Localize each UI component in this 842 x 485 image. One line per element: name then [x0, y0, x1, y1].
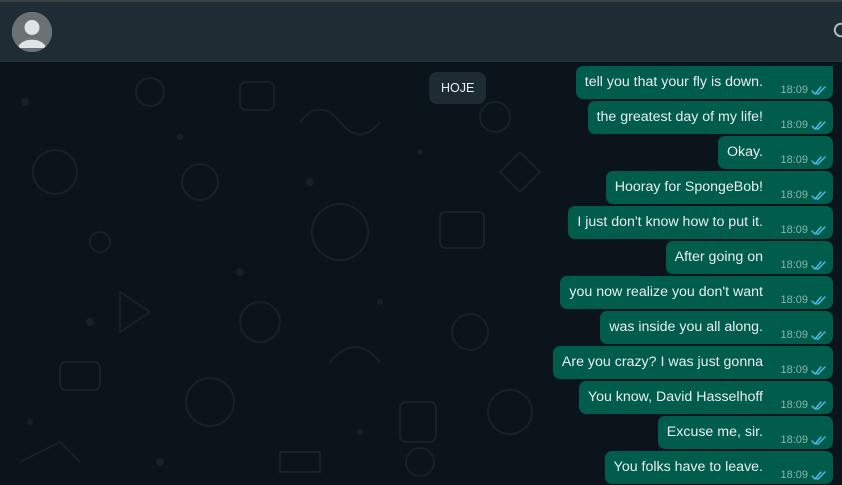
message-meta: 18:09	[780, 362, 827, 378]
double-check-icon	[811, 330, 826, 340]
message-time: 18:09	[780, 294, 808, 306]
message-text: Okay.	[726, 144, 763, 160]
message-meta: 18:09	[780, 292, 827, 308]
message-time: 18:09	[780, 84, 808, 96]
outgoing-message[interactable]: Are you crazy? I was just gonna 18:09	[552, 346, 833, 379]
message-meta: 18:09	[780, 152, 827, 168]
message-text: After going on	[674, 249, 763, 265]
message-meta: 18:09	[780, 467, 827, 483]
message-text: You folks have to leave.	[613, 459, 763, 475]
outgoing-message[interactable]: the greatest day of my life! 18:09	[587, 101, 833, 134]
message-time: 18:09	[780, 399, 808, 411]
date-separator: HOJE	[429, 72, 487, 104]
double-check-icon	[811, 190, 826, 200]
outgoing-message[interactable]: you now realize you don't want 18:09	[560, 276, 833, 309]
message-meta: 18:09	[780, 222, 827, 238]
double-check-icon	[811, 470, 826, 480]
message-text: You know, David Hasselhoff	[587, 389, 763, 405]
message-text: Hooray for SpongeBob!	[614, 179, 763, 195]
contact-avatar[interactable]	[12, 12, 52, 52]
double-check-icon	[811, 225, 826, 235]
message-meta: 18:09	[780, 327, 827, 343]
message-time: 18:09	[780, 469, 808, 481]
outgoing-message[interactable]: You know, David Hasselhoff 18:09	[578, 381, 833, 414]
message-text: Excuse me, sir.	[666, 424, 763, 440]
outgoing-message[interactable]: You folks have to leave. 18:09	[604, 451, 833, 484]
double-check-icon	[811, 365, 826, 375]
message-meta: 18:09	[780, 397, 827, 413]
message-meta: 18:09	[780, 257, 827, 273]
double-check-icon	[811, 295, 826, 305]
message-time: 18:09	[780, 119, 808, 131]
message-meta: 18:09	[780, 117, 827, 133]
message-list[interactable]: HOJE tell you that your fly is down. 18:0…	[0, 62, 842, 485]
message-time: 18:09	[780, 189, 808, 201]
message-time: 18:09	[780, 259, 808, 271]
whatsapp-window: HOJE tell you that your fly is down. 18:0…	[0, 0, 842, 485]
message-text: Are you crazy? I was just gonna	[561, 354, 763, 370]
outgoing-message[interactable]: I just don't know how to put it. 18:09	[568, 206, 833, 239]
double-check-icon	[811, 260, 826, 270]
double-check-icon	[811, 400, 826, 410]
message-time: 18:09	[780, 224, 808, 236]
message-meta: 18:09	[780, 187, 827, 203]
message-meta: 18:09	[780, 82, 827, 98]
outgoing-message[interactable]: tell you that your fly is down. 18:09	[575, 66, 833, 99]
message-time: 18:09	[780, 364, 808, 376]
outgoing-message[interactable]: was inside you all along. 18:09	[600, 311, 833, 344]
outgoing-message[interactable]: Hooray for SpongeBob! 18:09	[605, 171, 833, 204]
double-check-icon	[811, 85, 826, 95]
message-time: 18:09	[780, 154, 808, 166]
default-avatar-icon	[12, 12, 52, 52]
outgoing-message[interactable]: After going on 18:09	[665, 241, 833, 274]
double-check-icon	[811, 155, 826, 165]
search-icon[interactable]	[832, 20, 842, 42]
double-check-icon	[811, 120, 826, 130]
message-text: I just don't know how to put it.	[577, 214, 763, 230]
message-meta: 18:09	[780, 432, 827, 448]
message-time: 18:09	[780, 434, 808, 446]
message-text: was inside you all along.	[609, 319, 763, 335]
message-text: tell you that your fly is down.	[584, 74, 763, 90]
message-text: you now realize you don't want	[569, 284, 763, 300]
chat-header	[0, 2, 842, 62]
outgoing-message[interactable]: Excuse me, sir. 18:09	[657, 416, 833, 449]
outgoing-message[interactable]: Okay. 18:09	[717, 136, 833, 169]
message-text: the greatest day of my life!	[596, 109, 763, 125]
message-time: 18:09	[780, 329, 808, 341]
double-check-icon	[811, 435, 826, 445]
